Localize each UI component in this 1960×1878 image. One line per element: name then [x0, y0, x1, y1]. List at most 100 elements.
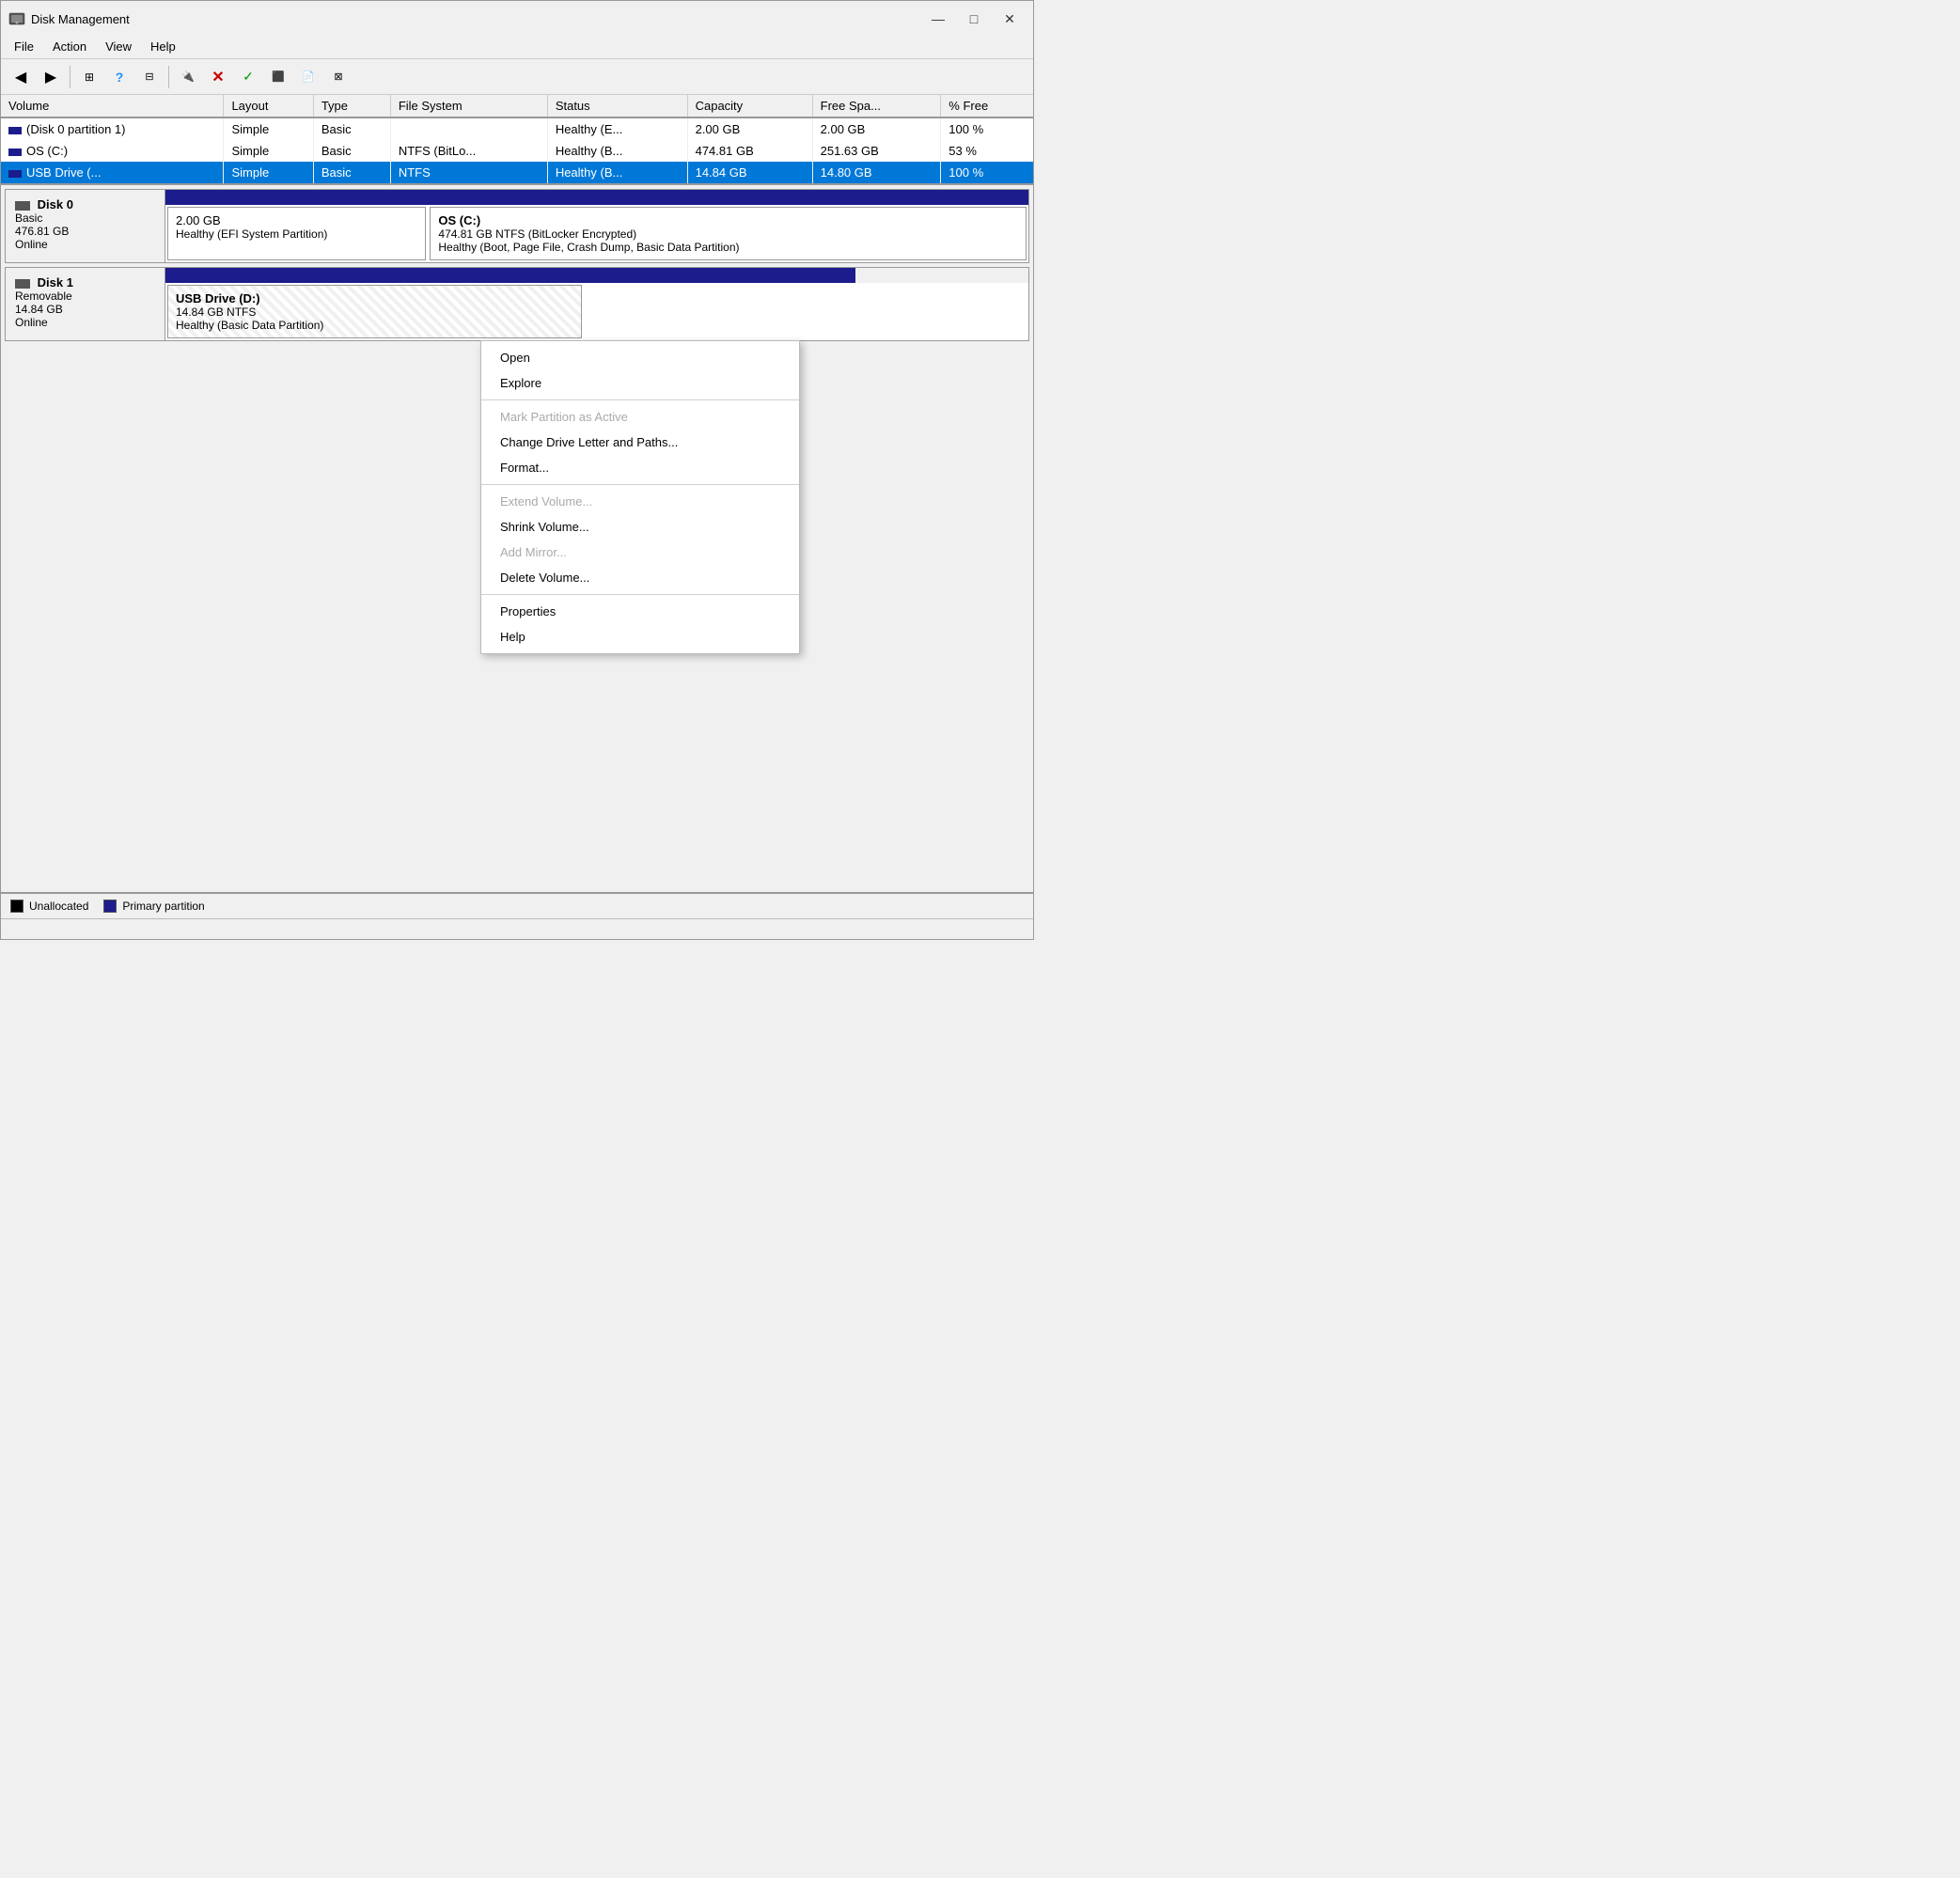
disk1-name: Disk 1 [15, 275, 155, 290]
disk1-size: 14.84 GB [15, 303, 155, 316]
legend-primary-box [103, 900, 117, 913]
row-1-col-3: NTFS (BitLo... [390, 140, 547, 162]
context-menu-item[interactable]: Shrink Volume... [481, 514, 799, 540]
close-button[interactable]: ✕ [996, 8, 1024, 30]
disk0-efi-segment[interactable]: 2.00 GB Healthy (EFI System Partition) [167, 207, 426, 260]
col-layout[interactable]: Layout [224, 95, 313, 117]
window-title: Disk Management [31, 12, 130, 26]
table-row[interactable]: USB Drive (...SimpleBasicNTFSHealthy (B.… [1, 162, 1033, 183]
disk0-os-label: OS (C:) [438, 213, 1018, 227]
toolbar-sep-2 [168, 66, 169, 88]
context-menu-item: Add Mirror... [481, 540, 799, 565]
row-0-col-3 [390, 117, 547, 140]
col-capacity[interactable]: Capacity [687, 95, 812, 117]
disk1-partitions: USB Drive (D:) 14.84 GB NTFS Healthy (Ba… [165, 268, 1028, 340]
disk0-name: Disk 0 [15, 197, 155, 211]
window-controls: — □ ✕ [924, 8, 1024, 30]
col-volume[interactable]: Volume [1, 95, 224, 117]
title-bar: Disk Management — □ ✕ [1, 1, 1033, 35]
row-1-col-1: Simple [224, 140, 313, 162]
row-1-col-2: Basic [313, 140, 390, 162]
console-button[interactable]: ⊟ [135, 64, 164, 90]
col-filesystem[interactable]: File System [390, 95, 547, 117]
disk0-os-segment[interactable]: OS (C:) 474.81 GB NTFS (BitLocker Encryp… [430, 207, 1027, 260]
disk0-label: Disk 0 Basic 476.81 GB Online [6, 190, 165, 262]
menu-view[interactable]: View [96, 37, 141, 56]
context-menu-item[interactable]: Change Drive Letter and Paths... [481, 430, 799, 455]
disk1-label: Disk 1 Removable 14.84 GB Online [6, 268, 165, 340]
disk1-usb-segment[interactable]: USB Drive (D:) 14.84 GB NTFS Healthy (Ba… [167, 285, 582, 338]
row-2-col-2: Basic [313, 162, 390, 183]
disk1-header-fill [165, 268, 855, 283]
context-menu-item[interactable]: Open [481, 345, 799, 370]
col-type[interactable]: Type [313, 95, 390, 117]
disk1-row: Disk 1 Removable 14.84 GB Online USB Dri… [5, 267, 1029, 341]
connect-button[interactable]: 🔌 [174, 64, 202, 90]
context-menu: OpenExploreMark Partition as ActiveChang… [480, 340, 800, 654]
menu-help[interactable]: Help [141, 37, 185, 56]
help-button[interactable]: ? [105, 64, 133, 90]
disk0-size: 476.81 GB [15, 225, 155, 238]
more-button[interactable]: ⊠ [324, 64, 353, 90]
disk1-usb-info: Healthy (Basic Data Partition) [176, 319, 573, 332]
delete-button[interactable]: ✕ [204, 64, 232, 90]
menu-file[interactable]: File [5, 37, 43, 56]
disk1-segments: USB Drive (D:) 14.84 GB NTFS Healthy (Ba… [165, 283, 1028, 340]
row-0-col-4: Healthy (E... [547, 117, 687, 140]
row-2-col-5: 14.84 GB [687, 162, 812, 183]
row-2-col-1: Simple [224, 162, 313, 183]
title-bar-left: Disk Management [8, 10, 130, 27]
disk0-efi-size: 2.00 GB [176, 213, 417, 227]
disk0-row: Disk 0 Basic 476.81 GB Online 2.00 GB He… [5, 189, 1029, 263]
disk1-status: Online [15, 316, 155, 329]
row-1-col-6: 251.63 GB [812, 140, 941, 162]
check-button[interactable]: ✓ [234, 64, 262, 90]
export-button[interactable]: 📄 [294, 64, 322, 90]
context-menu-item[interactable]: Delete Volume... [481, 565, 799, 590]
context-menu-separator [481, 594, 799, 595]
table-header-row: Volume Layout Type File System Status Ca… [1, 95, 1033, 117]
table-row[interactable]: (Disk 0 partition 1)SimpleBasicHealthy (… [1, 117, 1033, 140]
context-menu-separator [481, 484, 799, 485]
context-menu-item[interactable]: Explore [481, 370, 799, 396]
disk-color-icon [8, 170, 22, 178]
col-pct-free[interactable]: % Free [941, 95, 1033, 117]
minimize-button[interactable]: — [924, 8, 952, 30]
row-1-col-7: 53 % [941, 140, 1033, 162]
view-button[interactable]: ⊞ [75, 64, 103, 90]
context-menu-item[interactable]: Properties [481, 599, 799, 624]
col-status[interactable]: Status [547, 95, 687, 117]
toolbar: ◀ ▶ ⊞ ? ⊟ 🔌 ✕ ✓ ⬛ 📄 ⊠ [1, 59, 1033, 95]
disk-management-window: Disk Management — □ ✕ File Action View H… [0, 0, 1034, 940]
row-1-col-4: Healthy (B... [547, 140, 687, 162]
menu-action[interactable]: Action [43, 37, 96, 56]
context-menu-item[interactable]: Format... [481, 455, 799, 480]
back-button[interactable]: ◀ [7, 64, 35, 90]
row-0-col-2: Basic [313, 117, 390, 140]
disk0-header-bar [165, 190, 1028, 205]
context-menu-item[interactable]: Help [481, 624, 799, 649]
refresh-button[interactable]: ⬛ [264, 64, 292, 90]
row-1-col-0: OS (C:) [1, 140, 224, 162]
disk1-usb-label: USB Drive (D:) [176, 291, 573, 305]
disk0-efi-info: Healthy (EFI System Partition) [176, 227, 417, 241]
legend-bar: Unallocated Primary partition [1, 892, 1033, 918]
app-icon [8, 10, 25, 27]
context-menu-item: Extend Volume... [481, 489, 799, 514]
disk-color-icon [8, 149, 22, 156]
disk-visual-area: Disk 0 Basic 476.81 GB Online 2.00 GB He… [1, 185, 1033, 892]
row-2-col-0: USB Drive (... [1, 162, 224, 183]
row-0-col-0: (Disk 0 partition 1) [1, 117, 224, 140]
volume-table-area: Volume Layout Type File System Status Ca… [1, 95, 1033, 185]
row-2-col-7: 100 % [941, 162, 1033, 183]
col-free[interactable]: Free Spa... [812, 95, 941, 117]
table-row[interactable]: OS (C:)SimpleBasicNTFS (BitLo...Healthy … [1, 140, 1033, 162]
disk-color-icon [8, 127, 22, 134]
disk1-type: Removable [15, 290, 155, 303]
forward-button[interactable]: ▶ [37, 64, 65, 90]
disk1-usb-size: 14.84 GB NTFS [176, 305, 573, 319]
legend-unallocated-box [10, 900, 24, 913]
legend-primary-label: Primary partition [122, 900, 204, 913]
row-2-col-6: 14.80 GB [812, 162, 941, 183]
maximize-button[interactable]: □ [960, 8, 988, 30]
